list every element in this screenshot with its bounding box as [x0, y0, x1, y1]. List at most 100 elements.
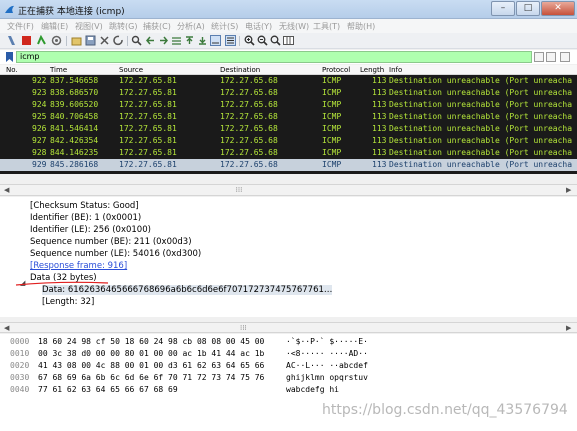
- save-file-icon[interactable]: [85, 35, 96, 46]
- packet-info: Destination unreachable (Port unreacha: [389, 148, 573, 157]
- bytes-hex: 77 61 62 63 64 65 66 67 68 69: [38, 385, 178, 394]
- packet-row[interactable]: 925 840.706458 172.27.65.81 172.27.65.68…: [0, 111, 577, 123]
- zoom-in-icon[interactable]: [244, 35, 255, 46]
- filter-dropdown-icon[interactable]: [560, 52, 570, 62]
- packet-dst: 172.27.65.68: [220, 124, 278, 133]
- go-forward-icon[interactable]: [158, 35, 169, 46]
- menu-edit[interactable]: 编辑(E): [41, 21, 68, 32]
- bytes-hex: 00 3c 38 d0 00 00 80 01 00 00 ac 1b 41 4…: [38, 349, 265, 358]
- packet-dst: 172.27.65.68: [220, 112, 278, 121]
- packet-list-header: No. Time Source Destination Protocol Len…: [0, 65, 577, 75]
- packet-src: 172.27.65.81: [119, 76, 177, 85]
- data-tree-header[interactable]: Data (32 bytes): [30, 273, 97, 283]
- packet-info: Destination unreachable (Port unreacha: [389, 100, 573, 109]
- packet-row[interactable]: 928 844.146235 172.27.65.81 172.27.65.68…: [0, 147, 577, 159]
- menu-tools[interactable]: 工具(T): [313, 21, 340, 32]
- bytes-ascii: AC··L··· ··abcdef: [286, 361, 368, 370]
- packet-row[interactable]: 922 837.546658 172.27.65.81 172.27.65.68…: [0, 75, 577, 87]
- scroll-right-icon[interactable]: ▶: [566, 324, 571, 332]
- details-hscrollbar[interactable]: ◀ ⁞⁞⁞ ▶: [0, 322, 577, 333]
- wireshark-fin-icon: [5, 5, 14, 13]
- zoom-out-icon[interactable]: [257, 35, 268, 46]
- scroll-left-icon[interactable]: ◀: [4, 186, 9, 194]
- maximize-button[interactable]: □: [516, 1, 540, 16]
- identifier-be[interactable]: Identifier (BE): 1 (0x0001): [30, 213, 141, 223]
- bytes-offset: 0000: [10, 337, 30, 346]
- menu-help[interactable]: 帮助(H): [347, 21, 375, 32]
- packet-len: 113: [372, 112, 387, 121]
- packet-row[interactable]: 924 839.606520 172.27.65.81 172.27.65.68…: [0, 99, 577, 111]
- capture-options-icon[interactable]: [51, 35, 62, 46]
- packet-info: Destination unreachable (Port unreacha: [389, 112, 573, 121]
- menu-view[interactable]: 视图(V): [75, 21, 103, 32]
- minimize-button[interactable]: –: [491, 1, 515, 16]
- resize-columns-icon[interactable]: [283, 35, 294, 46]
- menu-wireless[interactable]: 无线(W): [279, 21, 309, 32]
- go-to-packet-icon[interactable]: [171, 35, 182, 46]
- close-button[interactable]: ✕: [541, 1, 575, 16]
- autoscroll-icon[interactable]: [210, 35, 221, 46]
- interfaces-icon[interactable]: [6, 35, 17, 46]
- menu-statistics[interactable]: 统计(S): [211, 21, 238, 32]
- packet-time: 837.546658: [50, 76, 99, 85]
- checksum-status[interactable]: [Checksum Status: Good]: [30, 201, 139, 211]
- close-file-icon[interactable]: [99, 35, 110, 46]
- packet-len: 113: [372, 160, 387, 169]
- menu-telephony[interactable]: 电话(Y): [245, 21, 272, 32]
- go-back-icon[interactable]: [145, 35, 156, 46]
- zoom-normal-icon[interactable]: [270, 35, 281, 46]
- packet-row[interactable]: 926 841.546414 172.27.65.81 172.27.65.68…: [0, 123, 577, 135]
- watermark-text: https://blog.csdn.net/qq_43576794: [322, 402, 568, 418]
- packet-info: Destination unreachable (Port unreacha: [389, 136, 573, 145]
- column-info[interactable]: Info: [389, 66, 402, 74]
- column-time[interactable]: Time: [50, 66, 67, 74]
- menu-analyze[interactable]: 分析(A): [177, 21, 205, 32]
- column-protocol[interactable]: Protocol: [322, 66, 350, 74]
- stop-capture-icon[interactable]: [21, 35, 32, 46]
- clear-filter-icon[interactable]: [534, 52, 544, 62]
- packet-list: 922 837.546658 172.27.65.81 172.27.65.68…: [0, 75, 577, 174]
- packet-info: Destination unreachable (Port unreacha: [389, 160, 573, 169]
- column-destination[interactable]: Destination: [220, 66, 260, 74]
- reload-icon[interactable]: [113, 35, 124, 46]
- column-no[interactable]: No.: [6, 66, 18, 74]
- open-file-icon[interactable]: [71, 35, 82, 46]
- bytes-offset: 0040: [10, 385, 30, 394]
- packet-row[interactable]: 923 838.686570 172.27.65.81 172.27.65.68…: [0, 87, 577, 99]
- packet-proto: ICMP: [322, 148, 342, 157]
- packet-src: 172.27.65.81: [119, 148, 177, 157]
- bytes-ascii: wabcdefg hi: [286, 385, 339, 394]
- packet-row[interactable]: 927 842.426354 172.27.65.81 172.27.65.68…: [0, 135, 577, 147]
- scroll-right-icon[interactable]: ▶: [566, 186, 571, 194]
- colorize-icon[interactable]: [225, 35, 236, 46]
- display-filter-input[interactable]: icmp: [16, 51, 532, 63]
- packet-no: 928: [32, 148, 47, 157]
- packet-list-hscrollbar[interactable]: ◀ ⁞⁞⁞ ▶: [0, 184, 577, 196]
- scroll-thumb[interactable]: ⁞⁞⁞: [230, 187, 248, 194]
- menu-capture[interactable]: 捕获(C): [143, 21, 171, 32]
- last-packet-icon[interactable]: [197, 35, 208, 46]
- bookmark-icon[interactable]: [5, 52, 14, 62]
- packet-dst: 172.27.65.68: [220, 88, 278, 97]
- packet-proto: ICMP: [322, 100, 342, 109]
- sequence-be[interactable]: Sequence number (BE): 211 (0x00d3): [30, 237, 192, 247]
- identifier-le[interactable]: Identifier (LE): 256 (0x0100): [30, 225, 151, 235]
- column-length[interactable]: Length: [360, 66, 384, 74]
- scroll-left-icon[interactable]: ◀: [4, 324, 9, 332]
- sequence-le[interactable]: Sequence number (LE): 54016 (0xd300): [30, 249, 201, 259]
- data-length[interactable]: [Length: 32]: [42, 297, 94, 307]
- find-packet-icon[interactable]: [131, 35, 142, 46]
- menu-file[interactable]: 文件(F): [7, 21, 34, 32]
- packet-src: 172.27.65.81: [119, 88, 177, 97]
- first-packet-icon[interactable]: [184, 35, 195, 46]
- restart-capture-icon[interactable]: [36, 35, 47, 46]
- bytes-offset: 0020: [10, 361, 30, 370]
- column-source[interactable]: Source: [119, 66, 143, 74]
- scroll-thumb[interactable]: ⁞⁞⁞: [240, 324, 247, 332]
- menu-go[interactable]: 跳转(G): [109, 21, 137, 32]
- collapse-arrow-icon[interactable]: ◢: [20, 279, 25, 287]
- apply-filter-icon[interactable]: [546, 52, 556, 62]
- response-frame-link[interactable]: [Response frame: 916]: [30, 261, 127, 271]
- packet-row-selected[interactable]: 929 845.286168 172.27.65.81 172.27.65.68…: [0, 159, 577, 171]
- data-value[interactable]: Data: 6162636465666768696a6b6c6d6e6f7071…: [42, 285, 333, 295]
